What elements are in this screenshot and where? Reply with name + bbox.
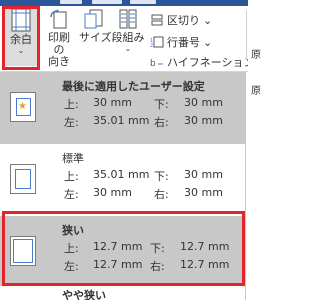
chevron-down-icon: ⌄ xyxy=(124,44,132,53)
line-numbers-label: 行番号 xyxy=(167,36,200,49)
margins-dropdown: ★ 最後に適用したユーザー設定 上: 30 mm 下: 30 mm 左: 35.… xyxy=(0,72,246,300)
svg-text:b: b xyxy=(150,59,156,68)
bottom-value: 30 mm xyxy=(184,168,223,181)
ribbon-tab-strip xyxy=(0,0,267,6)
right-label: 右: xyxy=(154,188,169,201)
side-label: 原 xyxy=(251,86,261,97)
chevron-down-icon: ⌄ xyxy=(17,46,25,55)
margins-label: 余白 xyxy=(10,33,32,46)
margins-icon xyxy=(11,8,31,32)
left-label: 左: xyxy=(64,116,79,129)
orientation-label: 印刷の 向き xyxy=(48,31,70,68)
ribbon: 余白 ⌄ 印刷の 向き サイズ 段組み ⌄ 区切り ⌄ 1 2 行番号 ⌄ b … xyxy=(0,0,267,72)
margin-preset-moderate[interactable]: やや狭い xyxy=(0,286,246,300)
preset-title: やや狭い xyxy=(62,289,106,300)
margin-preview-icon: ★ xyxy=(10,92,36,122)
columns-icon xyxy=(119,9,137,29)
columns-button[interactable]: 段組み ⌄ xyxy=(111,8,145,66)
tab-ghost[interactable] xyxy=(60,0,82,4)
group-separator xyxy=(246,10,247,60)
margin-preset-standard[interactable]: 標準 上: 35.01 mm 下: 30 mm 左: 30 mm 右: 30 m… xyxy=(0,144,246,216)
preset-title: 最後に適用したユーザー設定 xyxy=(62,80,205,93)
hyphenation-icon: b xyxy=(150,59,163,68)
page-size-icon xyxy=(84,9,103,29)
margin-preview-icon xyxy=(10,164,36,194)
top-value: 30 mm xyxy=(93,96,132,109)
right-value: 12.7 mm xyxy=(180,258,230,271)
size-button[interactable]: サイズ xyxy=(79,8,112,66)
hyphenation-label: ハイフネーション xyxy=(167,56,255,69)
breaks-button[interactable]: 区切り ⌄ xyxy=(150,12,212,28)
side-label: 原 xyxy=(251,50,261,61)
orientation-icon xyxy=(50,9,67,29)
svg-text:2: 2 xyxy=(150,43,153,48)
left-value: 35.01 mm xyxy=(93,114,150,127)
left-label: 左: xyxy=(64,260,79,273)
margins-button[interactable]: 余白 ⌄ xyxy=(4,8,38,66)
margin-preset-narrow[interactable]: 狭い 上: 12.7 mm 下: 12.7 mm 左: 12.7 mm 右: 1… xyxy=(0,216,246,286)
margin-preview-icon xyxy=(10,236,36,266)
top-label: 上: xyxy=(64,170,79,183)
tab-ghost[interactable] xyxy=(92,0,122,4)
line-numbers-button[interactable]: 12 行番号 ⌄ xyxy=(150,34,212,50)
bottom-value: 30 mm xyxy=(184,96,223,109)
breaks-label: 区切り xyxy=(167,14,200,27)
columns-label: 段組み xyxy=(111,31,145,44)
left-value: 30 mm xyxy=(93,186,132,199)
right-label: 右: xyxy=(150,260,165,273)
top-value: 35.01 mm xyxy=(93,168,150,181)
chevron-down-icon: ⌄ xyxy=(203,35,213,49)
bottom-label: 下: xyxy=(154,170,169,183)
right-value: 30 mm xyxy=(184,114,223,127)
orientation-button[interactable]: 印刷の 向き xyxy=(44,8,74,68)
right-ribbon-group: 原 原 xyxy=(248,0,267,300)
margin-preset-last-custom[interactable]: ★ 最後に適用したユーザー設定 上: 30 mm 下: 30 mm 左: 35.… xyxy=(0,72,246,144)
star-icon: ★ xyxy=(18,101,27,112)
top-label: 上: xyxy=(64,242,79,255)
tab-ghost[interactable] xyxy=(130,0,156,4)
top-label: 上: xyxy=(64,98,79,111)
bottom-value: 12.7 mm xyxy=(180,240,230,253)
bottom-label: 下: xyxy=(154,98,169,111)
breaks-icon xyxy=(151,14,163,26)
bottom-label: 下: xyxy=(150,242,165,255)
line-numbers-icon: 12 xyxy=(150,36,164,48)
chevron-down-icon: ⌄ xyxy=(203,13,213,27)
left-label: 左: xyxy=(64,188,79,201)
left-value: 12.7 mm xyxy=(93,258,143,271)
top-value: 12.7 mm xyxy=(93,240,143,253)
size-label: サイズ xyxy=(79,31,112,44)
preset-title: 狭い xyxy=(62,224,84,237)
right-label: 右: xyxy=(154,116,169,129)
preset-title: 標準 xyxy=(62,152,84,165)
right-value: 30 mm xyxy=(184,186,223,199)
